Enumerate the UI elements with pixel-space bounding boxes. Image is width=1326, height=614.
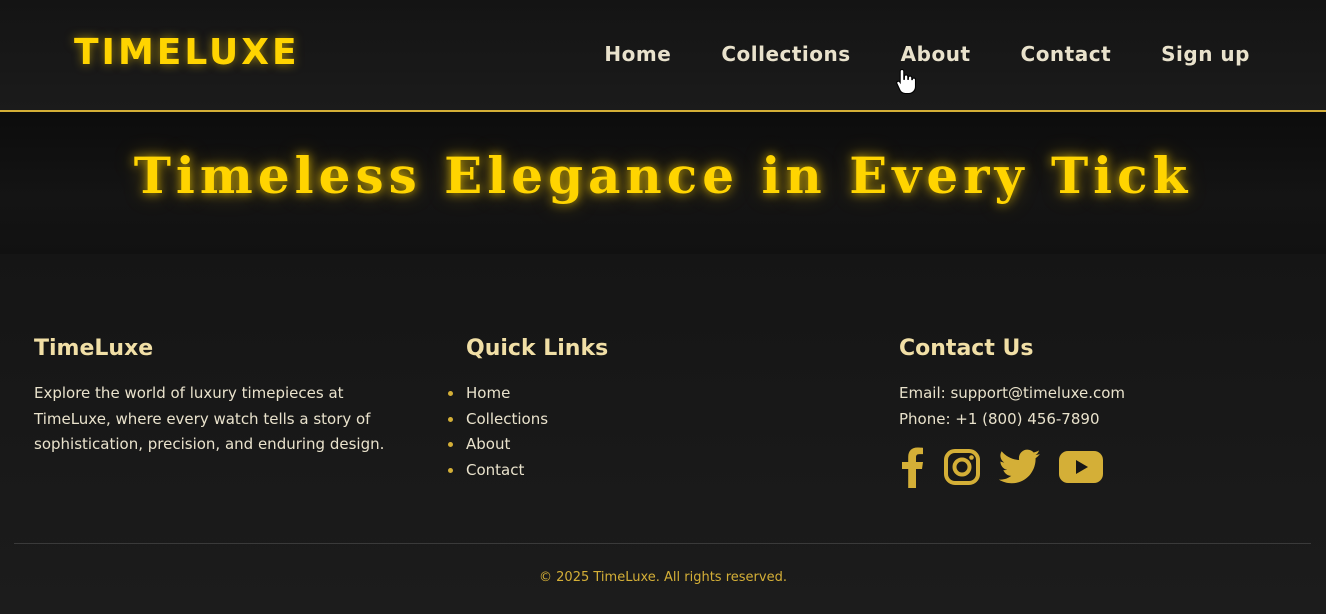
site-logo[interactable]: TIMELUXE	[74, 32, 300, 73]
nav-about[interactable]: About	[901, 42, 971, 66]
site-header: TIMELUXE Home Collections About Contact …	[0, 0, 1326, 112]
footer-divider	[14, 543, 1311, 544]
youtube-icon[interactable]	[1059, 451, 1103, 487]
social-links	[899, 446, 1125, 492]
nav-home[interactable]: Home	[604, 42, 671, 66]
quick-link-item: Contact	[447, 458, 608, 484]
main-nav: Home Collections About Contact Sign up	[604, 42, 1250, 66]
instagram-icon[interactable]	[943, 448, 981, 490]
footer-contact: Contact Us Email: support@timeluxe.com P…	[899, 336, 1125, 492]
contact-phone: Phone: +1 (800) 456-7890	[899, 409, 1100, 428]
copyright-text: © 2025 TimeLuxe. All rights reserved.	[539, 570, 787, 585]
contact-email: Email: support@timeluxe.com	[899, 384, 1126, 402]
nav-sign-up[interactable]: Sign up	[1161, 42, 1250, 66]
quick-link-item: About	[447, 432, 608, 458]
quick-link-item: Collections	[447, 407, 608, 433]
footer-brand: TimeLuxe Explore the world of luxury tim…	[34, 336, 424, 458]
facebook-icon[interactable]	[899, 446, 925, 492]
site-footer: TimeLuxe Explore the world of luxury tim…	[0, 254, 1326, 614]
footer-brand-title: TimeLuxe	[34, 336, 154, 361]
quick-link-collections[interactable]: Collections	[466, 410, 548, 428]
hero-title: Timeless Elegance in Every Tick	[133, 146, 1193, 205]
footer-contact-title: Contact Us	[899, 336, 1034, 361]
quick-link-home[interactable]: Home	[466, 384, 510, 402]
footer-quick-links: Quick Links Home Collections About Conta…	[447, 336, 609, 484]
nav-contact[interactable]: Contact	[1021, 42, 1112, 66]
hand-cursor-icon	[896, 68, 917, 98]
twitter-icon[interactable]	[998, 449, 1041, 489]
quick-link-contact[interactable]: Contact	[466, 461, 524, 479]
footer-brand-description: Explore the world of luxury timepieces a…	[34, 384, 385, 453]
nav-collections[interactable]: Collections	[721, 42, 850, 66]
quick-link-about[interactable]: About	[466, 435, 510, 453]
quick-links-list: Home Collections About Contact	[447, 381, 608, 484]
footer-quick-links-title: Quick Links	[466, 336, 609, 361]
quick-link-item: Home	[447, 381, 608, 407]
